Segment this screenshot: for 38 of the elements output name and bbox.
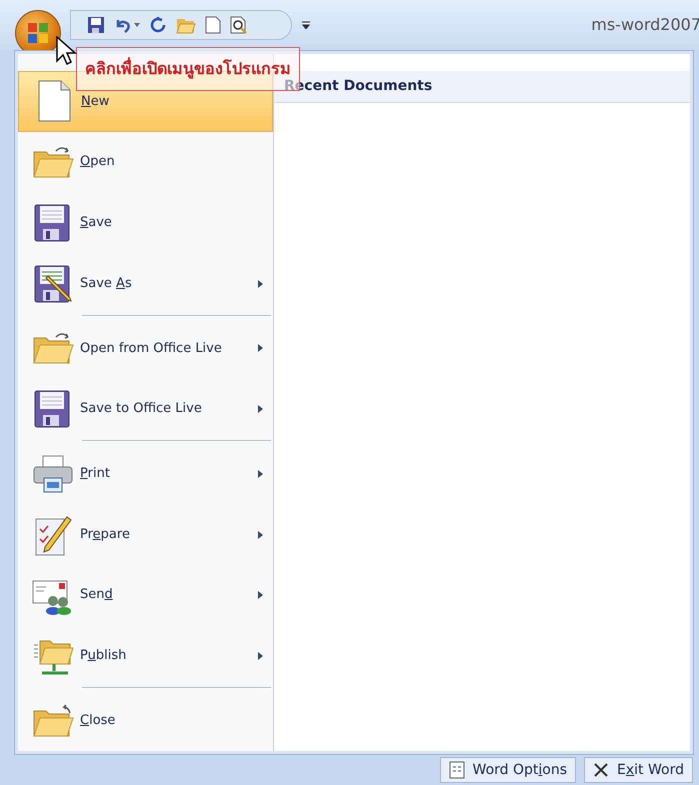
menu-item[interactable]: Prepare: [18, 504, 273, 565]
blank-page-icon[interactable]: [205, 16, 221, 34]
menu-item[interactable]: Open from Office Live: [18, 318, 273, 379]
customize-toolbar-icon[interactable]: [302, 21, 310, 29]
menu-item[interactable]: Close: [18, 690, 273, 752]
office-logo-icon: [26, 21, 50, 45]
menu-item-label: Publish: [80, 647, 128, 666]
blank-page-icon: [36, 79, 72, 124]
redo-icon[interactable]: [149, 16, 167, 34]
save-icon[interactable]: [87, 16, 105, 34]
menu-item[interactable]: Publish: [18, 626, 273, 686]
menu-item-label: Print: [80, 465, 111, 484]
folder-icon: [32, 144, 74, 180]
printer-icon: [32, 454, 74, 494]
menu-item[interactable]: Send: [18, 564, 273, 626]
menu-item-label: Open: [80, 153, 116, 172]
menu-item-label: Send: [80, 586, 114, 604]
document-settings-icon: [448, 761, 465, 779]
close-icon: [593, 762, 610, 778]
menu-item-label: New: [81, 92, 110, 111]
menu-item-label: Open from Office Live: [80, 340, 223, 358]
menu-item[interactable]: Save to Office Live: [18, 378, 273, 440]
menu-item-label: Save As: [80, 274, 133, 293]
folder-icon: [32, 330, 74, 366]
menu-item-label: Save to Office Live: [80, 400, 203, 418]
dropdown-arrow-icon[interactable]: [134, 23, 140, 27]
menu-item[interactable]: Save: [18, 192, 273, 254]
folder-icon: [32, 702, 74, 739]
menu-item[interactable]: Open: [18, 132, 273, 192]
menu-item[interactable]: Save As: [18, 253, 273, 314]
menu-item-label: Prepare: [80, 526, 131, 544]
menu-item-label: Close: [80, 712, 116, 730]
footer-button[interactable]: Word Options: [440, 757, 576, 783]
print-preview-icon[interactable]: [230, 16, 248, 34]
floppy-pencil-icon: [32, 264, 74, 304]
menu-item[interactable]: Print: [18, 443, 273, 504]
footer-button[interactable]: Exit Word: [584, 757, 693, 783]
menu-item-label: Save: [80, 214, 113, 232]
